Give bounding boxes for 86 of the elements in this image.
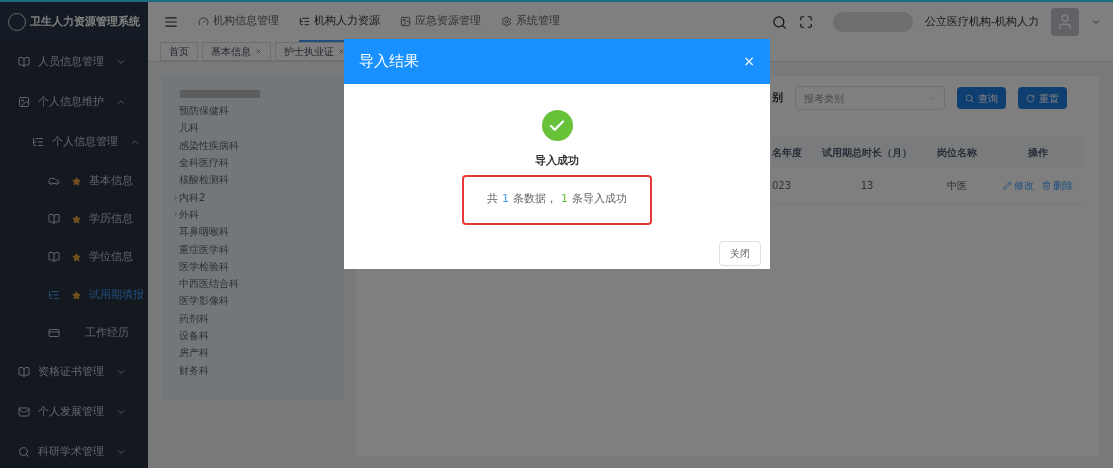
nav-icon: [299, 15, 310, 27]
search-button[interactable]: 查询: [957, 87, 1006, 109]
chevron-icon: [130, 137, 140, 147]
menu-icon: [18, 96, 30, 108]
sidebar-item[interactable]: 学历信息: [0, 200, 148, 238]
chevron-icon: [116, 447, 126, 457]
result-message: 共 1 条数据， 1 条导入成功: [462, 174, 652, 225]
chevron-icon: [116, 97, 126, 107]
sidebar-item[interactable]: 基本信息: [0, 162, 148, 200]
tree-node[interactable]: 医学检验科: [172, 257, 344, 275]
app-title: 卫生人力资源管理系统: [30, 13, 140, 30]
tree-node[interactable]: 药剂科: [172, 309, 344, 327]
nav-icon: [501, 15, 512, 27]
close-dialog-button[interactable]: 关闭: [719, 240, 761, 266]
table-cell-text: 023: [772, 179, 793, 193]
org-name: 公立医疗机构-机构人力: [925, 13, 1039, 30]
tree-node[interactable]: 中西医结合科: [172, 274, 344, 293]
sidebar-item[interactable]: 个人信息管理: [0, 122, 148, 162]
nav-icon: [198, 15, 209, 27]
sidebar-item[interactable]: 人员信息管理: [0, 42, 148, 82]
caret-icon[interactable]: [1091, 17, 1101, 27]
sidebar-item[interactable]: 个人发展管理: [0, 392, 148, 432]
filter-label: 别: [772, 89, 783, 106]
search-icon: [965, 93, 974, 103]
column-header: 岗位名称: [936, 145, 978, 160]
menu-icon: [18, 446, 30, 458]
chevron-icon: [116, 57, 126, 67]
avatar[interactable]: [1051, 8, 1079, 36]
star-icon: [72, 176, 81, 186]
menu-icon: [18, 56, 30, 68]
chevron-icon: [116, 407, 126, 417]
column-header: 操作: [1027, 145, 1049, 160]
menu-icon: [48, 213, 60, 225]
close-icon[interactable]: [338, 48, 345, 55]
trash-icon: [1042, 181, 1051, 190]
status-text: 导入成功: [535, 153, 579, 169]
expand-icon[interactable]: [172, 210, 179, 218]
table-cell-text: 13: [859, 179, 875, 193]
column-header: 名年度: [772, 145, 803, 160]
page-tab[interactable]: 首页: [160, 42, 198, 61]
search-icon[interactable]: [772, 14, 787, 30]
delete-link[interactable]: 删除: [1042, 178, 1073, 193]
sidebar-item[interactable]: 个人信息维护: [0, 82, 148, 122]
menu-icon: [48, 175, 60, 187]
menu-icon[interactable]: [164, 15, 178, 29]
tree-node[interactable]: 外科: [172, 205, 344, 224]
tree-node[interactable]: 设备科: [172, 326, 344, 345]
refresh-icon: [1026, 93, 1035, 103]
tree-node[interactable]: 耳鼻咽喉科: [172, 223, 344, 241]
close-button[interactable]: ×: [743, 51, 755, 72]
menu-icon: [32, 136, 44, 148]
chevron-icon: [116, 367, 126, 377]
nav-tab[interactable]: 系统管理: [501, 2, 560, 42]
tree-node[interactable]: 全科医疗科: [172, 153, 344, 172]
tree-node[interactable]: 内科2: [172, 188, 344, 206]
fullscreen-icon[interactable]: [799, 15, 813, 29]
edit-link[interactable]: 修改: [1003, 178, 1034, 193]
tree-node[interactable]: 感染性疾病科: [172, 136, 344, 154]
nav-tab[interactable]: 应急资源管理: [400, 2, 481, 42]
column-header: 试用期总时长（月）: [821, 145, 913, 160]
nav-icon: [400, 15, 411, 27]
tree-node[interactable]: 预防保健科: [172, 102, 344, 120]
success-icon: [541, 110, 573, 141]
pencil-icon: [1003, 181, 1012, 190]
sidebar-item[interactable]: 试用期填报: [0, 276, 148, 314]
tree-node[interactable]: 核酸检测科: [172, 171, 344, 189]
sidebar-item[interactable]: 学位信息: [0, 238, 148, 276]
star-icon: [72, 252, 81, 262]
star-icon: [72, 214, 81, 224]
menu-icon: [48, 327, 60, 339]
menu-icon: [18, 406, 30, 418]
tree-node[interactable]: 房产科: [172, 344, 344, 362]
close-icon[interactable]: [255, 48, 262, 55]
menu-icon: [18, 366, 30, 378]
star-icon: [72, 290, 81, 300]
dialog-title: 导入结果: [359, 51, 419, 73]
page-tab[interactable]: 基本信息: [202, 42, 271, 61]
menu-icon: [48, 289, 60, 301]
sidebar-item[interactable]: 科研学术管理: [0, 432, 148, 468]
tree-node[interactable]: 儿科: [172, 119, 344, 137]
reset-button[interactable]: 重置: [1018, 87, 1067, 109]
nav-tab[interactable]: 机构信息管理: [198, 2, 279, 42]
table-cell-text: 中医: [946, 179, 968, 193]
menu-icon: [48, 251, 60, 263]
expand-icon[interactable]: [172, 193, 179, 201]
tree-node[interactable]: 财务科: [172, 361, 344, 379]
